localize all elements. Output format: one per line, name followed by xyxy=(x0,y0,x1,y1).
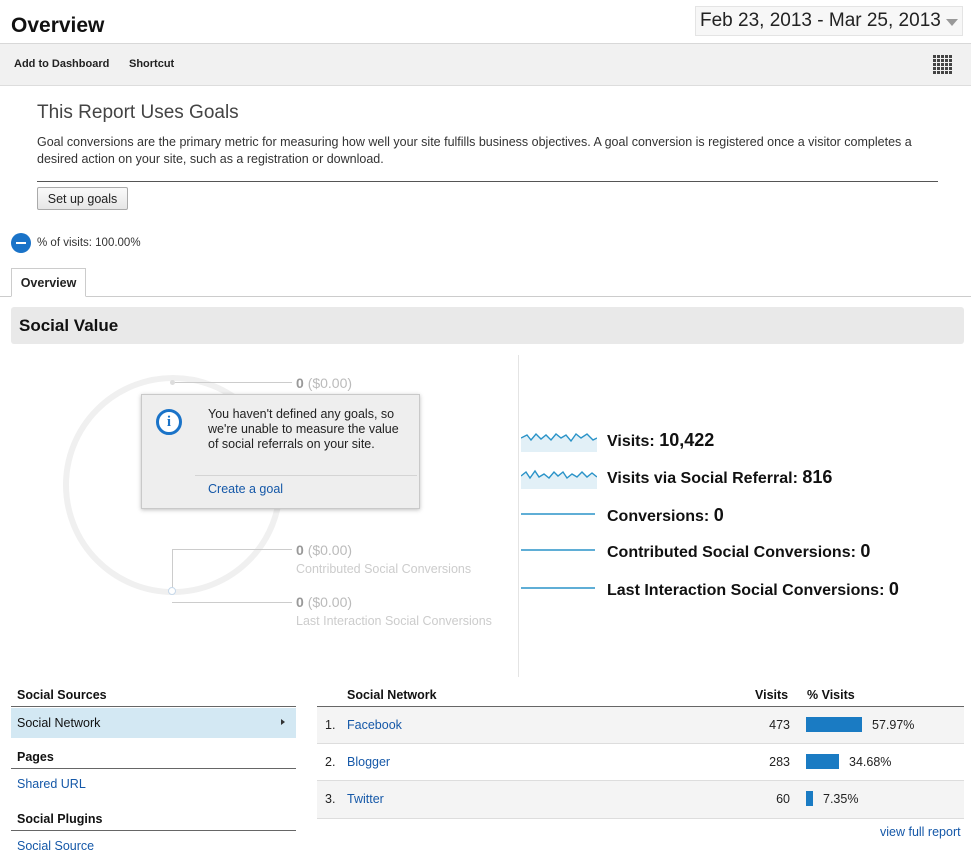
metric-visits-label: Visits: xyxy=(607,433,655,450)
row-visits: 283 xyxy=(769,755,790,769)
row-visits: 473 xyxy=(769,718,790,732)
column-header-visits[interactable]: Visits xyxy=(755,688,788,702)
row-network-link[interactable]: Twitter xyxy=(347,792,384,806)
report-toolbar: Add to Dashboard Shortcut xyxy=(0,44,971,86)
segment-collapse-icon[interactable] xyxy=(11,233,31,253)
row-index: 1. xyxy=(325,718,336,732)
metric-contributed-label: Contributed Social Conversions: xyxy=(607,544,856,561)
tab-overview[interactable]: Overview xyxy=(11,268,86,297)
row-share-bar xyxy=(806,754,839,769)
goals-notice-title: This Report Uses Goals xyxy=(37,102,239,123)
date-range-text: Feb 23, 2013 - Mar 25, 2013 xyxy=(700,10,941,31)
social-plugins-heading: Social Plugins xyxy=(17,812,103,826)
connector-line xyxy=(172,602,292,603)
create-goal-link[interactable]: Create a goal xyxy=(208,482,283,496)
row-share-bar xyxy=(806,791,813,806)
top-value: 0 ($0.00) xyxy=(296,375,352,391)
connector-line xyxy=(172,382,292,383)
connector-dot xyxy=(168,587,176,595)
table-row: 2. Blogger 283 34.68% xyxy=(317,744,964,781)
divider xyxy=(11,830,296,831)
divider xyxy=(37,181,938,182)
sparkline-icon xyxy=(521,587,595,589)
row-share-bar xyxy=(806,717,862,732)
row-index: 3. xyxy=(325,792,336,806)
divider xyxy=(195,475,417,476)
apps-grid-icon[interactable] xyxy=(933,55,952,74)
sparkline-icon xyxy=(521,469,597,489)
sidebar-item-social-network[interactable]: Social Network xyxy=(11,708,296,738)
connector-dot xyxy=(170,380,175,385)
connector-line xyxy=(172,549,173,592)
no-goals-tooltip: i You haven't defined any goals, so we'r… xyxy=(141,394,420,509)
pages-heading: Pages xyxy=(17,750,54,764)
goals-notice-description: Goal conversions are the primary metric … xyxy=(37,135,912,166)
tabs-divider xyxy=(0,296,971,297)
segment-label: % of visits: 100.00% xyxy=(37,237,141,249)
page-title: Overview xyxy=(11,14,105,37)
segment-indicator[interactable]: % of visits: 100.00% xyxy=(11,233,141,253)
metric-last-interaction-label: Last Interaction Social Conversions: xyxy=(607,582,885,599)
last-interaction-value: 0 ($0.00) xyxy=(296,594,352,610)
row-visits: 60 xyxy=(776,792,790,806)
row-percent: 34.68% xyxy=(849,755,892,769)
chevron-right-icon xyxy=(281,719,285,725)
metric-contributed-social-conversions: Contributed Social Conversions: 0 xyxy=(521,539,966,563)
add-to-dashboard-button[interactable]: Add to Dashboard xyxy=(14,58,109,70)
metric-visits: Visits: 10,422 xyxy=(521,428,966,452)
last-interaction-value-number: 0 xyxy=(296,594,304,610)
metric-last-interaction-social-conversions: Last Interaction Social Conversions: 0 xyxy=(521,577,966,601)
metric-contributed-value: 0 xyxy=(860,541,871,561)
section-header: Social Value xyxy=(11,307,964,344)
connector-line xyxy=(172,549,292,550)
row-percent: 7.35% xyxy=(823,792,859,806)
social-sources-heading: Social Sources xyxy=(17,688,107,702)
sidebar-item-shared-url[interactable]: Shared URL xyxy=(17,777,86,791)
table-row: 3. Twitter 60 7.35% xyxy=(317,781,964,818)
metric-conversions-label: Conversions: xyxy=(607,508,710,525)
metric-social-referral-value: 816 xyxy=(802,467,833,487)
sparkline-icon xyxy=(521,432,597,452)
view-full-report-link[interactable]: view full report xyxy=(880,825,961,839)
column-header-social-network[interactable]: Social Network xyxy=(347,688,437,702)
column-header-percent-visits[interactable]: % Visits xyxy=(807,688,855,702)
vertical-divider xyxy=(518,355,519,677)
row-network-link[interactable]: Facebook xyxy=(347,718,402,732)
tooltip-message: You haven't defined any goals, so we're … xyxy=(208,407,399,451)
sparkline-icon xyxy=(521,513,595,515)
contributed-value-number: 0 xyxy=(296,542,304,558)
info-icon: i xyxy=(156,409,182,435)
sidebar-item-social-source[interactable]: Social Source xyxy=(17,839,94,853)
chevron-down-icon[interactable] xyxy=(946,19,958,26)
contributed-value: 0 ($0.00) xyxy=(296,542,352,558)
divider xyxy=(11,706,296,707)
contributed-label: Contributed Social Conversions xyxy=(296,562,472,576)
divider xyxy=(11,768,296,769)
date-range-picker[interactable]: Feb 23, 2013 - Mar 25, 2013 xyxy=(695,6,963,36)
metric-visits-value: 10,422 xyxy=(659,430,715,450)
section-title: Social Value xyxy=(19,316,119,335)
top-value-money: ($0.00) xyxy=(307,375,353,391)
row-index: 2. xyxy=(325,755,336,769)
sparkline-icon xyxy=(521,549,595,551)
row-percent: 57.97% xyxy=(872,718,915,732)
sidebar-item-label: Social Network xyxy=(17,716,101,730)
metric-last-interaction-value: 0 xyxy=(888,579,899,599)
table-row: 1. Facebook 473 57.97% xyxy=(317,707,964,744)
top-value-number: 0 xyxy=(296,375,304,391)
last-interaction-value-money: ($0.00) xyxy=(307,594,353,610)
set-up-goals-button[interactable]: Set up goals xyxy=(37,187,128,210)
metric-social-referral-label: Visits via Social Referral: xyxy=(607,470,798,487)
divider xyxy=(317,818,964,819)
row-network-link[interactable]: Blogger xyxy=(347,755,390,769)
shortcut-button[interactable]: Shortcut xyxy=(129,58,174,70)
report-header: Overview Feb 23, 2013 - Mar 25, 2013 xyxy=(0,0,971,44)
metric-social-referral-visits: Visits via Social Referral: 816 xyxy=(521,465,966,489)
metric-conversions: Conversions: 0 xyxy=(521,503,966,527)
last-interaction-label: Last Interaction Social Conversions xyxy=(296,614,492,628)
contributed-value-money: ($0.00) xyxy=(307,542,353,558)
metric-conversions-value: 0 xyxy=(713,505,724,525)
